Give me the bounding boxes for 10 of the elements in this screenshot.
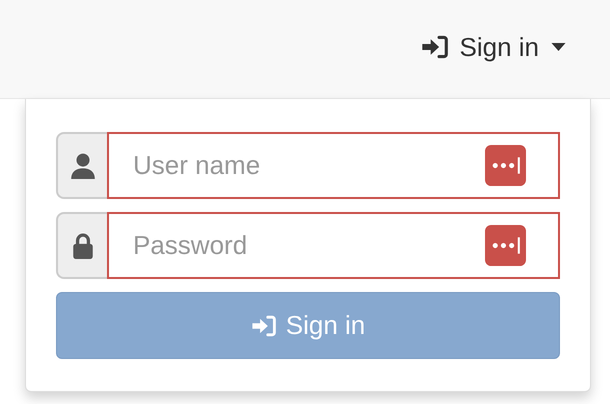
lock-icon (72, 232, 94, 258)
caret-icon (551, 43, 566, 51)
password-field[interactable]: Password (107, 212, 560, 279)
user-icon (70, 152, 94, 178)
password-manager-icon[interactable] (485, 145, 526, 186)
sign-in-icon (250, 314, 278, 336)
sign-in-menu[interactable]: Sign in (420, 28, 566, 66)
username-field[interactable]: User name (107, 132, 560, 199)
password-manager-icon[interactable] (485, 225, 526, 266)
sign-in-icon (420, 35, 450, 59)
